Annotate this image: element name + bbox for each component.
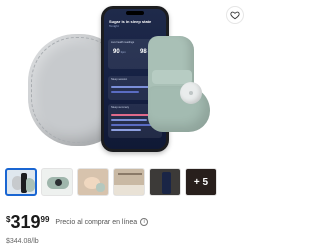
heart-rate-reading: 90bpm [113, 49, 126, 55]
online-price-note: Precio al comprar en línea [55, 219, 138, 226]
thumb-sensor-shape [55, 179, 62, 186]
info-icon[interactable]: i [140, 218, 149, 226]
thumb-sock-shape [26, 178, 35, 192]
price-row: $ 319 99 Precio al comprar en línea i [6, 212, 149, 232]
sleep-summary-label: Sleep summary [111, 106, 130, 109]
thumbnail-1[interactable] [5, 168, 37, 196]
price-whole: 319 [10, 212, 41, 232]
favorite-button[interactable] [226, 6, 244, 24]
thumbnail-5[interactable] [149, 168, 181, 196]
more-images-count: + 5 [186, 169, 216, 195]
thumb-rail-shape [118, 173, 142, 175]
price-cents: 99 [40, 215, 50, 224]
phone-notch [126, 11, 144, 15]
heart-outline-icon [230, 11, 240, 20]
thumbnail-2[interactable] [41, 168, 73, 196]
sleep-session-label: Sleep session [111, 78, 128, 81]
live-readings-label: Live health readings [111, 41, 135, 44]
thumbnail-3[interactable] [77, 168, 109, 196]
thumb-sock-on-foot [96, 183, 105, 192]
sensor-light [189, 91, 193, 95]
smart-sock [142, 36, 214, 146]
thumb-phone-app-shape [162, 172, 171, 194]
thumbnail-more[interactable]: + 5 [185, 168, 217, 196]
screen-date: Tonight [109, 24, 119, 28]
thumb-crib-shape [114, 185, 144, 195]
summary-bar [111, 129, 141, 131]
sleep-bar [111, 91, 139, 93]
unit-price: $344.08/lb [6, 238, 39, 245]
thumbnail-strip: + 5 [5, 168, 245, 198]
product-hero-image[interactable]: Sugar is in sleep state Tonight Live hea… [0, 0, 250, 160]
product-page: Sugar is in sleep state Tonight Live hea… [0, 0, 250, 250]
sock-sensor [180, 82, 202, 104]
heart-rate-unit: bpm [120, 51, 126, 54]
heart-rate-value: 90 [113, 49, 120, 55]
thumbnail-4[interactable] [113, 168, 145, 196]
